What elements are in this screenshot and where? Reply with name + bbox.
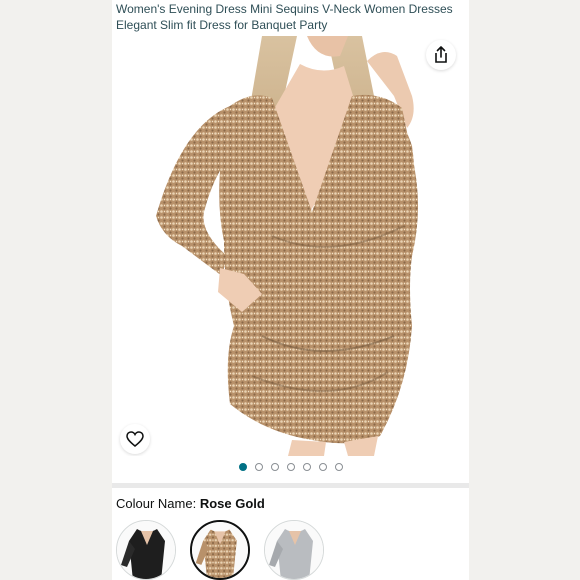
- image-pagination[interactable]: [112, 463, 469, 475]
- share-button[interactable]: [426, 40, 456, 70]
- colour-selection: Colour Name: Rose Gold: [116, 496, 265, 511]
- swatch-silver[interactable]: [264, 520, 324, 580]
- heart-icon: [126, 431, 144, 447]
- pagination-dot[interactable]: [286, 463, 295, 471]
- pagination-dot[interactable]: [302, 463, 311, 471]
- product-title: Women's Evening Dress Mini Sequins V-Nec…: [116, 1, 466, 33]
- colour-value: Rose Gold: [199, 496, 265, 511]
- rose-gold-dress-thumbnail: [192, 522, 248, 578]
- black-dress-thumbnail: [117, 521, 175, 579]
- pagination-dot[interactable]: [254, 463, 263, 471]
- swatch-rose-gold[interactable]: [190, 520, 250, 580]
- dress-illustration: [156, 36, 418, 456]
- pagination-dot[interactable]: [318, 463, 327, 471]
- pagination-dot[interactable]: [334, 463, 343, 471]
- product-title-line-2: Elegant Slim fit Dress for Banquet Party: [116, 18, 328, 32]
- silver-dress-thumbnail: [265, 521, 323, 579]
- share-icon: [435, 46, 447, 63]
- colour-label: Colour Name:: [116, 496, 197, 511]
- pagination-dot[interactable]: [238, 463, 247, 471]
- colour-swatches: [116, 520, 324, 580]
- pagination-dot[interactable]: [270, 463, 279, 471]
- product-card: Women's Evening Dress Mini Sequins V-Nec…: [112, 0, 469, 580]
- wishlist-button[interactable]: [120, 424, 150, 454]
- swatch-black[interactable]: [116, 520, 176, 580]
- product-image[interactable]: [112, 36, 469, 456]
- product-title-line-1: Women's Evening Dress Mini Sequins V-Nec…: [116, 2, 453, 16]
- section-divider: [112, 483, 469, 488]
